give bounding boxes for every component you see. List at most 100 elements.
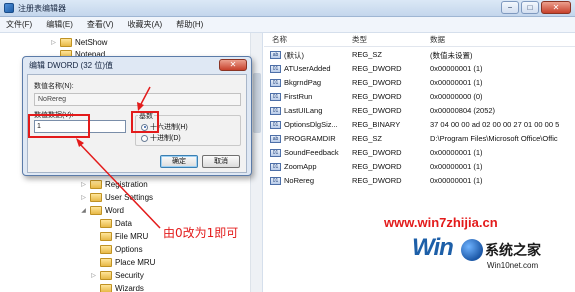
table-row[interactable]: 01 NoRereg REG_DWORD 0x00000001 (1) bbox=[264, 175, 575, 187]
title-bar: 注册表编辑器 − □ ✕ bbox=[0, 0, 575, 17]
window-controls: − □ ✕ bbox=[501, 1, 571, 14]
binary-value-icon: 01 bbox=[270, 121, 281, 129]
value-name: ATUserAdded bbox=[284, 64, 331, 73]
table-row[interactable]: 01 ATUserAdded REG_DWORD 0x00000001 (1) bbox=[264, 63, 575, 75]
table-row[interactable]: 01 FirstRun REG_DWORD 0x00000000 (0) bbox=[264, 91, 575, 103]
tree-item[interactable]: ◢ Word bbox=[80, 204, 124, 216]
menu-view[interactable]: 查看(V) bbox=[87, 19, 114, 30]
tree-item[interactable]: Data bbox=[90, 217, 132, 229]
tree-item[interactable]: File MRU bbox=[90, 230, 148, 242]
tree-item-label: Registration bbox=[105, 179, 148, 189]
annotation-highlight-data bbox=[28, 114, 90, 138]
value-type: REG_DWORD bbox=[352, 106, 402, 115]
dialog-close-button[interactable]: ✕ bbox=[219, 59, 247, 71]
value-data: 0x00000001 (1) bbox=[430, 64, 483, 73]
watermark-site-url: Win10net.com bbox=[487, 261, 539, 270]
value-type: REG_DWORD bbox=[352, 92, 402, 101]
dword-value-icon: 01 bbox=[270, 65, 281, 73]
value-name: BkgrndPag bbox=[284, 78, 322, 87]
value-type: REG_DWORD bbox=[352, 78, 402, 87]
expand-icon[interactable]: ▷ bbox=[80, 194, 87, 201]
value-data: (数值未设置) bbox=[430, 51, 473, 60]
table-row[interactable]: 01 OptionsDlgSiz... REG_BINARY 37 04 00 … bbox=[264, 119, 575, 131]
tree-item[interactable]: ▷ NetShow bbox=[50, 36, 107, 48]
string-value-icon: ab bbox=[270, 135, 281, 143]
value-type: REG_SZ bbox=[352, 50, 383, 59]
watermark-site-name: 系统之家 bbox=[485, 243, 541, 259]
value-type: REG_DWORD bbox=[352, 162, 402, 171]
tree-item-label: Place MRU bbox=[115, 257, 156, 267]
dword-value-icon: 01 bbox=[270, 149, 281, 157]
annotation-highlight-radix bbox=[131, 111, 159, 133]
table-row[interactable]: 01 ZoomApp REG_DWORD 0x00000001 (1) bbox=[264, 161, 575, 173]
value-name: LastUILang bbox=[284, 106, 323, 115]
table-row[interactable]: 01 LastUILang REG_DWORD 0x00000804 (2052… bbox=[264, 105, 575, 117]
value-type: REG_SZ bbox=[352, 134, 383, 143]
folder-icon bbox=[100, 244, 112, 254]
minimize-button[interactable]: − bbox=[501, 1, 519, 14]
dialog-title: 编辑 DWORD (32 位)值 bbox=[29, 61, 113, 70]
value-name-field: NoRereg bbox=[34, 93, 241, 106]
tree-item-label: File MRU bbox=[115, 231, 149, 241]
close-button[interactable]: ✕ bbox=[541, 1, 571, 14]
collapse-icon[interactable]: ◢ bbox=[80, 207, 87, 214]
column-header-type[interactable]: 类型 bbox=[352, 33, 367, 46]
tree-item-options[interactable]: Options bbox=[90, 243, 143, 255]
menu-favorites[interactable]: 收藏夹(A) bbox=[128, 19, 163, 30]
tree-item-label: Security bbox=[115, 270, 144, 280]
radio-dec[interactable]: 十进制(D) bbox=[141, 133, 181, 143]
tree-item[interactable]: Wizards bbox=[90, 282, 144, 292]
tree-item-label: Wizards bbox=[115, 283, 144, 292]
column-header-name[interactable]: 名称 bbox=[272, 33, 287, 46]
folder-icon bbox=[60, 37, 72, 47]
value-data: 0x00000001 (1) bbox=[430, 176, 483, 185]
folder-icon bbox=[100, 270, 112, 280]
value-name: FirstRun bbox=[284, 92, 313, 101]
string-value-icon: ab bbox=[270, 51, 281, 59]
maximize-button[interactable]: □ bbox=[521, 1, 539, 14]
regedit-icon bbox=[4, 3, 14, 13]
value-type: REG_DWORD bbox=[352, 64, 402, 73]
menu-edit[interactable]: 编辑(E) bbox=[46, 19, 73, 30]
folder-icon bbox=[90, 205, 102, 215]
tree-item[interactable]: ▷ Registration bbox=[80, 178, 148, 190]
expand-icon[interactable]: ▷ bbox=[80, 181, 87, 188]
value-data: 0x00000001 (1) bbox=[430, 148, 483, 157]
value-type: REG_BINARY bbox=[352, 120, 401, 129]
table-row[interactable]: 01 BkgrndPag REG_DWORD 0x00000001 (1) bbox=[264, 77, 575, 89]
watermark-logo-text: Win bbox=[412, 234, 454, 261]
radio-unselected-icon[interactable] bbox=[141, 134, 148, 142]
value-name: NoRereg bbox=[284, 176, 315, 185]
expand-icon[interactable]: ▷ bbox=[50, 39, 57, 46]
menu-file[interactable]: 文件(F) bbox=[6, 19, 32, 30]
cancel-button[interactable]: 取消 bbox=[202, 155, 240, 168]
value-name: PROGRAMDIR bbox=[284, 134, 336, 143]
value-type: REG_DWORD bbox=[352, 148, 402, 157]
tree-item-label: NetShow bbox=[75, 37, 108, 47]
ok-button[interactable]: 确定 bbox=[160, 155, 198, 168]
watermark-url: www.win7zhijia.cn bbox=[384, 215, 498, 230]
folder-icon bbox=[90, 179, 102, 189]
window-title: 注册表编辑器 bbox=[18, 4, 66, 13]
tree-item-label: Word bbox=[105, 205, 124, 215]
tree-item[interactable]: ▷ Security bbox=[90, 269, 144, 281]
menu-help[interactable]: 帮助(H) bbox=[176, 19, 203, 30]
value-data: 0x00000000 (0) bbox=[430, 92, 483, 101]
column-header-data[interactable]: 数据 bbox=[430, 33, 445, 46]
tree-item[interactable]: Place MRU bbox=[90, 256, 155, 268]
value-name: SoundFeedback bbox=[284, 148, 339, 157]
table-row[interactable]: 01 SoundFeedback REG_DWORD 0x00000001 (1… bbox=[264, 147, 575, 159]
tree-item-label: Data bbox=[115, 218, 132, 228]
table-row[interactable]: ab PROGRAMDIR REG_SZ D:\Program Files\Mi… bbox=[264, 133, 575, 145]
value-name-label: 数值名称(N): bbox=[34, 83, 74, 90]
expand-icon[interactable]: ▷ bbox=[90, 272, 97, 279]
watermark-orb-icon bbox=[461, 239, 483, 261]
value-data: 0x00000804 (2052) bbox=[430, 106, 496, 115]
annotation-text: 由0改为1即可 bbox=[163, 226, 239, 240]
scrollbar-thumb[interactable] bbox=[253, 73, 261, 133]
menu-bar: 文件(F) 编辑(E) 查看(V) 收藏夹(A) 帮助(H) bbox=[0, 17, 575, 33]
tree-item[interactable]: ▷ User Settings bbox=[80, 191, 153, 203]
table-row[interactable]: ab (默认) REG_SZ (数值未设置) bbox=[264, 49, 575, 61]
header-divider bbox=[264, 46, 575, 47]
folder-icon bbox=[100, 218, 112, 228]
